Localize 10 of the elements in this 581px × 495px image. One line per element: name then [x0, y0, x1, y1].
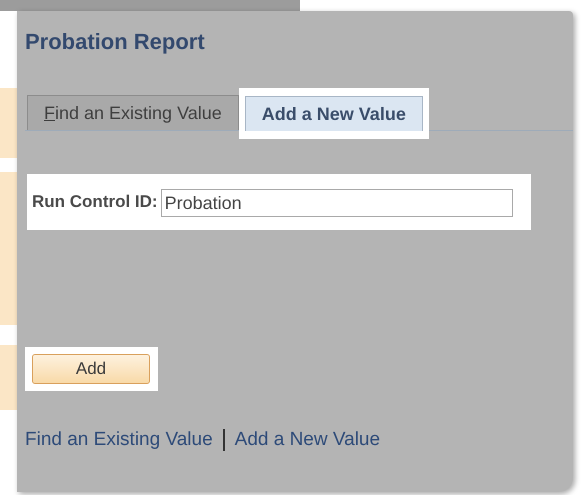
- tab[interactable]: Find an Existing Value: [27, 95, 239, 130]
- footer-link[interactable]: Add a New Value: [234, 426, 380, 454]
- page-title: Probation Report: [25, 29, 206, 55]
- tab[interactable]: Add a New Value: [244, 96, 423, 131]
- run-control-label: Run Control ID:: [32, 191, 158, 214]
- add-button[interactable]: Add: [32, 354, 150, 384]
- background-panel: [0, 88, 17, 158]
- background-panel: [0, 345, 17, 410]
- footer-link[interactable]: Find an Existing Value: [25, 426, 213, 454]
- run-control-field[interactable]: Probation: [160, 189, 513, 217]
